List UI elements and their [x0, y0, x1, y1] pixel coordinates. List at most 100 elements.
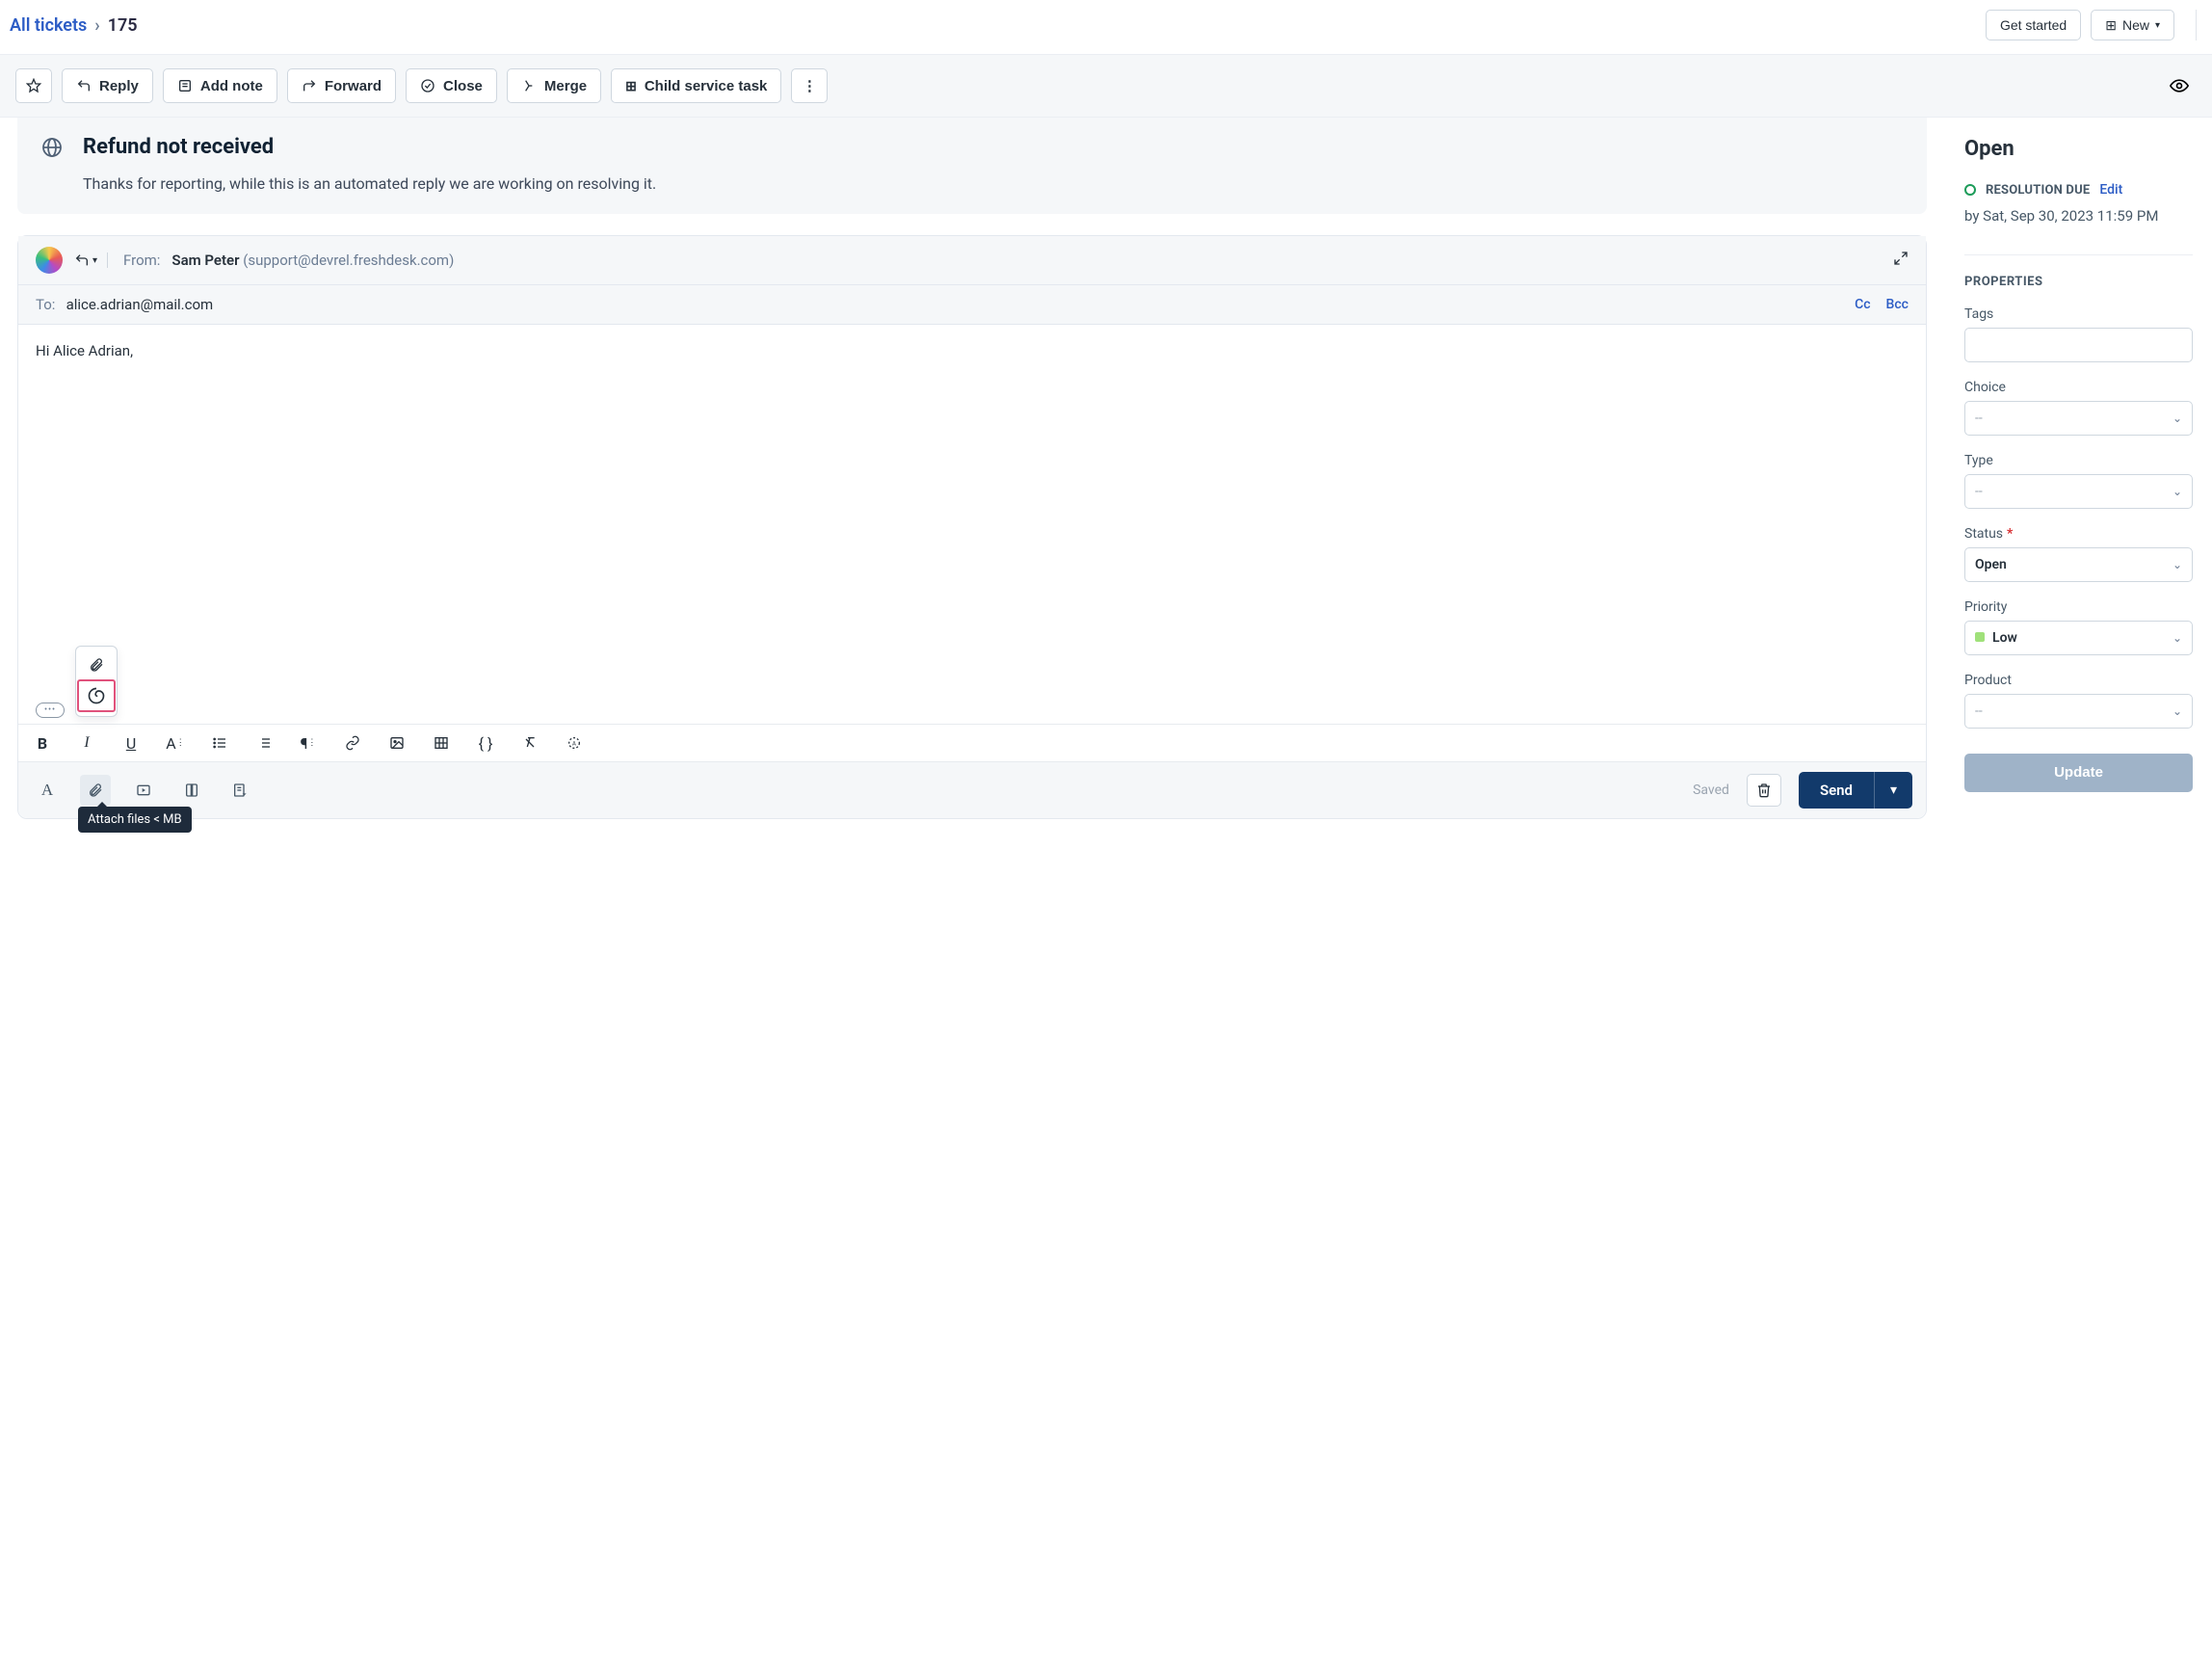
- show-trimmed-button[interactable]: [36, 703, 65, 718]
- send-button[interactable]: Send: [1799, 772, 1874, 809]
- clear-icon: [522, 735, 538, 751]
- send-dropdown[interactable]: ▾: [1874, 772, 1912, 809]
- reply-type-dropdown[interactable]: ▾: [74, 252, 108, 268]
- to-label: To:: [36, 296, 55, 313]
- forward-button[interactable]: Forward: [287, 68, 396, 103]
- image-icon: [389, 735, 405, 751]
- globe-icon: [40, 136, 64, 159]
- add-bcc[interactable]: Bcc: [1886, 297, 1909, 312]
- clear-format-button[interactable]: [519, 732, 540, 754]
- send-label: Send: [1820, 782, 1853, 799]
- product-select[interactable]: -- ⌄: [1964, 694, 2193, 729]
- child-task-label: Child service task: [645, 78, 768, 94]
- add-note-label: Add note: [200, 78, 263, 94]
- action-bar: Reply Add note Forward Close Merge ⊞ Chi…: [0, 54, 2212, 118]
- tags-input[interactable]: [1964, 328, 2193, 362]
- priority-label: Priority: [1964, 599, 2193, 615]
- trash-icon: [1756, 782, 1772, 798]
- image-button[interactable]: [386, 732, 408, 754]
- priority-select[interactable]: Low ⌄: [1964, 621, 2193, 655]
- action-buttons: Reply Add note Forward Close Merge ⊞ Chi…: [15, 68, 828, 103]
- update-label: Update: [2054, 764, 2103, 781]
- child-task-button[interactable]: ⊞ Child service task: [611, 68, 781, 103]
- reply-button[interactable]: Reply: [62, 68, 153, 103]
- attach-cloud-option[interactable]: [77, 679, 116, 712]
- bold-button[interactable]: B: [32, 732, 53, 754]
- from-name: Sam Peter: [171, 252, 239, 269]
- text-color-button[interactable]: A⋮: [165, 732, 186, 754]
- italic-button[interactable]: I: [76, 732, 97, 754]
- to-address[interactable]: alice.adrian@mail.com: [66, 296, 214, 313]
- add-note-button[interactable]: Add note: [163, 68, 277, 103]
- divider: [1964, 254, 2193, 255]
- attach-tooltip: Attach files < MB: [78, 807, 192, 833]
- required-star-icon: *: [2007, 526, 2013, 542]
- product-value: --: [1975, 703, 1983, 719]
- ai-button[interactable]: A: [564, 732, 585, 754]
- ticket-header: Refund not received Thanks for reporting…: [17, 118, 1927, 214]
- attach-popup: [75, 646, 118, 717]
- chevron-down-icon: ⌄: [2172, 411, 2182, 425]
- eye-icon: [2170, 76, 2189, 95]
- paragraph-button[interactable]: ¶⋮: [298, 732, 319, 754]
- list-ol-icon: [256, 735, 272, 751]
- type-value: --: [1975, 484, 1983, 499]
- type-label: Type: [1964, 453, 2193, 468]
- composer-body[interactable]: Hi Alice Adrian,: [18, 325, 1926, 701]
- forward-icon: [302, 78, 317, 93]
- more-menu-button[interactable]: ⋮: [791, 68, 828, 103]
- discard-button[interactable]: [1747, 774, 1781, 807]
- merge-button[interactable]: Merge: [507, 68, 601, 103]
- choice-select[interactable]: -- ⌄: [1964, 401, 2193, 436]
- unordered-list-button[interactable]: [209, 732, 230, 754]
- properties-panel: Open RESOLUTION DUE Edit by Sat, Sep 30,…: [1944, 118, 2212, 836]
- code-button[interactable]: { }: [475, 732, 496, 754]
- canned-icon: [136, 782, 151, 798]
- status-value: Open: [1975, 557, 2007, 572]
- template-button[interactable]: [224, 775, 255, 806]
- watch-button[interactable]: [2162, 68, 2197, 103]
- choice-value: --: [1975, 411, 1983, 426]
- composer-footer: A Saved: [18, 761, 1926, 818]
- new-label: New: [2122, 17, 2149, 33]
- attach-file-option[interactable]: [79, 650, 114, 679]
- update-button[interactable]: Update: [1964, 754, 2193, 792]
- paperclip-icon: [88, 782, 103, 798]
- composer-from-row: ▾ From: Sam Peter (support@devrel.freshd…: [18, 236, 1926, 285]
- resolution-row: RESOLUTION DUE Edit: [1964, 182, 2193, 198]
- status-label: Status*: [1964, 526, 2193, 542]
- top-header: All tickets › 175 Get started ⊞ New ▾: [0, 0, 2212, 54]
- edit-resolution-link[interactable]: Edit: [2099, 182, 2122, 198]
- ticket-preview: Thanks for reporting, while this is an a…: [83, 174, 1904, 193]
- breadcrumb-id: 175: [108, 15, 138, 36]
- add-cc[interactable]: Cc: [1855, 297, 1870, 312]
- ordered-list-button[interactable]: [253, 732, 275, 754]
- chevron-down-icon: ⌄: [2172, 704, 2182, 718]
- kb-button[interactable]: [176, 775, 207, 806]
- type-select[interactable]: -- ⌄: [1964, 474, 2193, 509]
- new-button[interactable]: ⊞ New ▾: [2091, 10, 2174, 40]
- resolution-time: by Sat, Sep 30, 2023 11:59 PM: [1964, 205, 2193, 227]
- canned-response-button[interactable]: [128, 775, 159, 806]
- get-started-button[interactable]: Get started: [1986, 10, 2081, 40]
- text-format-footer-button[interactable]: A: [32, 775, 63, 806]
- star-button[interactable]: [15, 68, 52, 103]
- close-button[interactable]: Close: [406, 68, 497, 103]
- resolution-label: RESOLUTION DUE: [1986, 183, 2090, 198]
- status-select[interactable]: Open ⌄: [1964, 547, 2193, 582]
- table-button[interactable]: [431, 732, 452, 754]
- svg-text:A: A: [572, 741, 576, 748]
- list-ul-icon: [212, 735, 227, 751]
- body-greeting: Hi Alice Adrian,: [36, 342, 1909, 359]
- choice-label: Choice: [1964, 380, 2193, 395]
- underline-button[interactable]: U: [120, 732, 142, 754]
- link-button[interactable]: [342, 732, 363, 754]
- expand-button[interactable]: [1893, 251, 1909, 270]
- pulse-icon: [1964, 184, 1976, 196]
- send-button-group: Send ▾: [1799, 772, 1912, 809]
- chevron-down-icon: ⌄: [2172, 558, 2182, 571]
- breadcrumb-parent[interactable]: All tickets: [10, 15, 87, 36]
- from-email: (support@devrel.freshdesk.com): [243, 252, 454, 269]
- get-started-label: Get started: [2000, 17, 2067, 33]
- composer-to-row: To: alice.adrian@mail.com Cc Bcc: [18, 285, 1926, 325]
